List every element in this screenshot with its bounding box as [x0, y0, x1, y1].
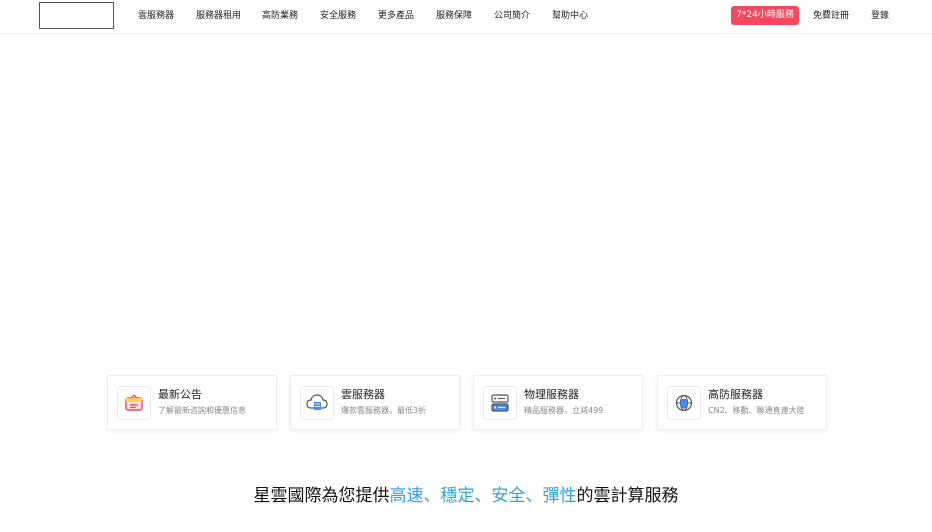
cloud-server-icon: [300, 386, 334, 420]
nav-ddos-protection[interactable]: 高防業務: [262, 10, 298, 22]
physical-server-icon: [483, 386, 517, 420]
nav-more-products[interactable]: 更多產品: [378, 10, 414, 22]
nav-service-guarantee[interactable]: 服務保障: [436, 10, 472, 22]
card-description: CN2、移動、聯通直連大陸: [708, 406, 805, 415]
slogan-prefix: 星雲國際為您提供: [253, 486, 390, 506]
hero-banner: [0, 35, 932, 375]
register-link[interactable]: 免費註冊: [813, 10, 849, 22]
login-link[interactable]: 登錄: [871, 10, 889, 22]
section-slogan: 星雲國際為您提供高速、穩定、安全、彈性的雲計算服務: [0, 484, 932, 508]
card-description: 了解最新咨詢和優惠信息: [158, 406, 246, 415]
nav-about-company[interactable]: 公司簡介: [494, 10, 530, 22]
nav-security-services[interactable]: 安全服務: [320, 10, 356, 22]
slogan-suffix: 的雲計算服務: [576, 486, 679, 506]
nav-server-rental[interactable]: 服務器租用: [196, 10, 241, 22]
nav-cloud-server[interactable]: 雲服務器: [138, 10, 174, 22]
card-title: 高防服務器: [708, 388, 763, 401]
card-physical-server[interactable]: 物理服務器 精品服務器，立減499: [473, 375, 643, 430]
announcement-icon: [117, 386, 151, 420]
top-header: 雲服務器 服務器租用 高防業務 安全服務 更多產品 服務保障 公司簡介 幫助中心…: [0, 0, 932, 34]
slogan-highlight-speed: 高速: [389, 486, 424, 506]
card-description: 精品服務器，立減499: [524, 406, 604, 415]
slogan-highlight-secure: 安全: [491, 486, 526, 506]
slogan-separator: 、: [525, 486, 543, 506]
card-announcements[interactable]: 最新公告 了解最新咨詢和優惠信息: [107, 375, 277, 430]
slogan-highlight-elastic: 彈性: [542, 486, 577, 506]
slogan-highlight-stable: 穩定: [440, 486, 475, 506]
globe-shield-icon: [667, 386, 701, 420]
card-cloud-server[interactable]: 雲服務器 爆款雲服務器，最低3折: [290, 375, 460, 430]
card-title: 最新公告: [158, 388, 202, 401]
nav-help-center[interactable]: 幫助中心: [552, 10, 588, 22]
slogan-separator: 、: [474, 486, 492, 506]
card-title: 雲服務器: [341, 388, 385, 401]
slogan-separator: 、: [423, 486, 441, 506]
card-title: 物理服務器: [524, 388, 579, 401]
card-ddos-server[interactable]: 高防服務器 CN2、移動、聯通直連大陸: [657, 375, 827, 430]
logo[interactable]: [39, 2, 114, 29]
card-description: 爆款雲服務器，最低3折: [341, 406, 427, 415]
hotline-button[interactable]: 7*24小時服務: [731, 6, 799, 25]
